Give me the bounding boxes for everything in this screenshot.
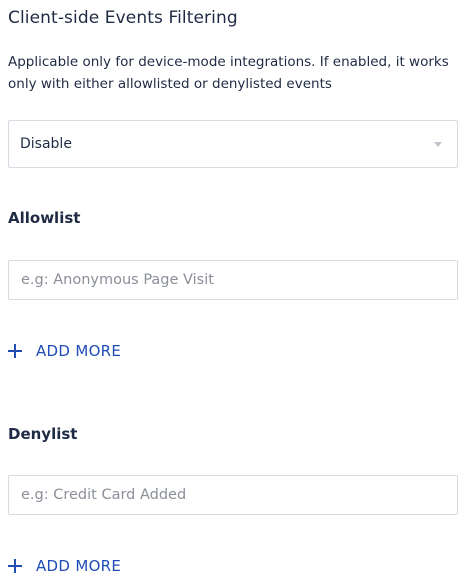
chevron-down-icon: [434, 142, 442, 147]
section-title: Client-side Events Filtering: [8, 8, 238, 28]
denylist-input[interactable]: [8, 475, 458, 515]
allowlist-add-more-button[interactable]: ADD MORE: [8, 340, 121, 362]
denylist-add-more-button[interactable]: ADD MORE: [8, 555, 121, 577]
allowlist-add-more-label: ADD MORE: [36, 342, 122, 360]
section-description: Applicable only for device-mode integrat…: [8, 54, 449, 92]
denylist-label: Denylist: [8, 425, 78, 443]
allowlist-input[interactable]: [8, 260, 458, 300]
filter-mode-select[interactable]: Disable: [8, 120, 458, 168]
allowlist-label: Allowlist: [8, 209, 81, 227]
plus-icon: [8, 344, 22, 358]
filter-mode-selected-value: Disable: [20, 136, 72, 152]
plus-icon: [8, 559, 22, 573]
denylist-add-more-label: ADD MORE: [36, 557, 122, 575]
